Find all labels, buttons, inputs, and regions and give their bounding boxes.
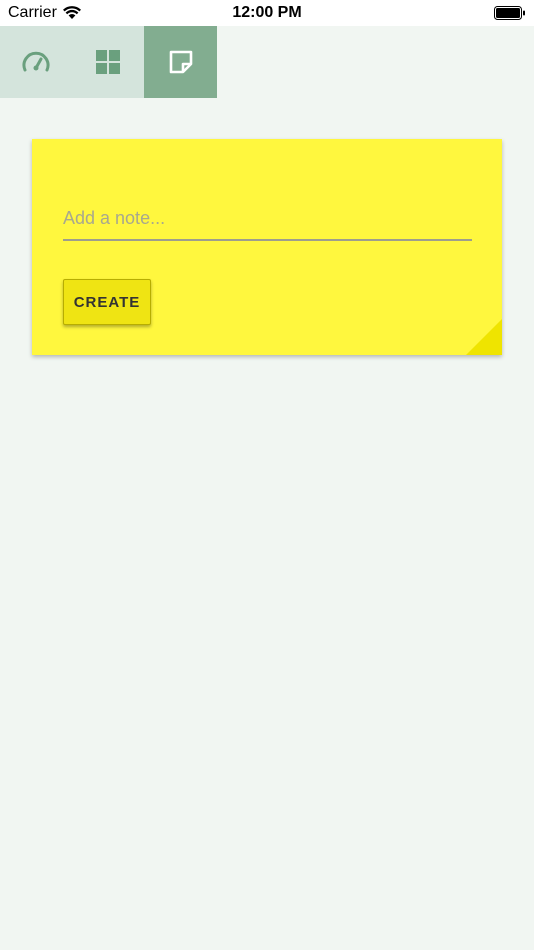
create-button[interactable]: CREATE	[63, 279, 151, 325]
speedometer-icon	[22, 51, 50, 72]
grid-icon	[96, 50, 120, 74]
battery-icon	[494, 6, 526, 25]
tab-grid[interactable]	[72, 26, 144, 98]
clock: 12:00 PM	[232, 4, 302, 21]
tab-bar	[0, 26, 217, 98]
note-input[interactable]	[63, 197, 472, 241]
tab-dashboard[interactable]	[0, 26, 72, 98]
folded-corner	[466, 319, 502, 355]
sticky-note-icon	[169, 50, 192, 74]
tab-notes[interactable]	[144, 26, 217, 98]
note-card: CREATE	[32, 139, 502, 355]
status-bar: Carrier 12:00 PM	[0, 0, 534, 26]
